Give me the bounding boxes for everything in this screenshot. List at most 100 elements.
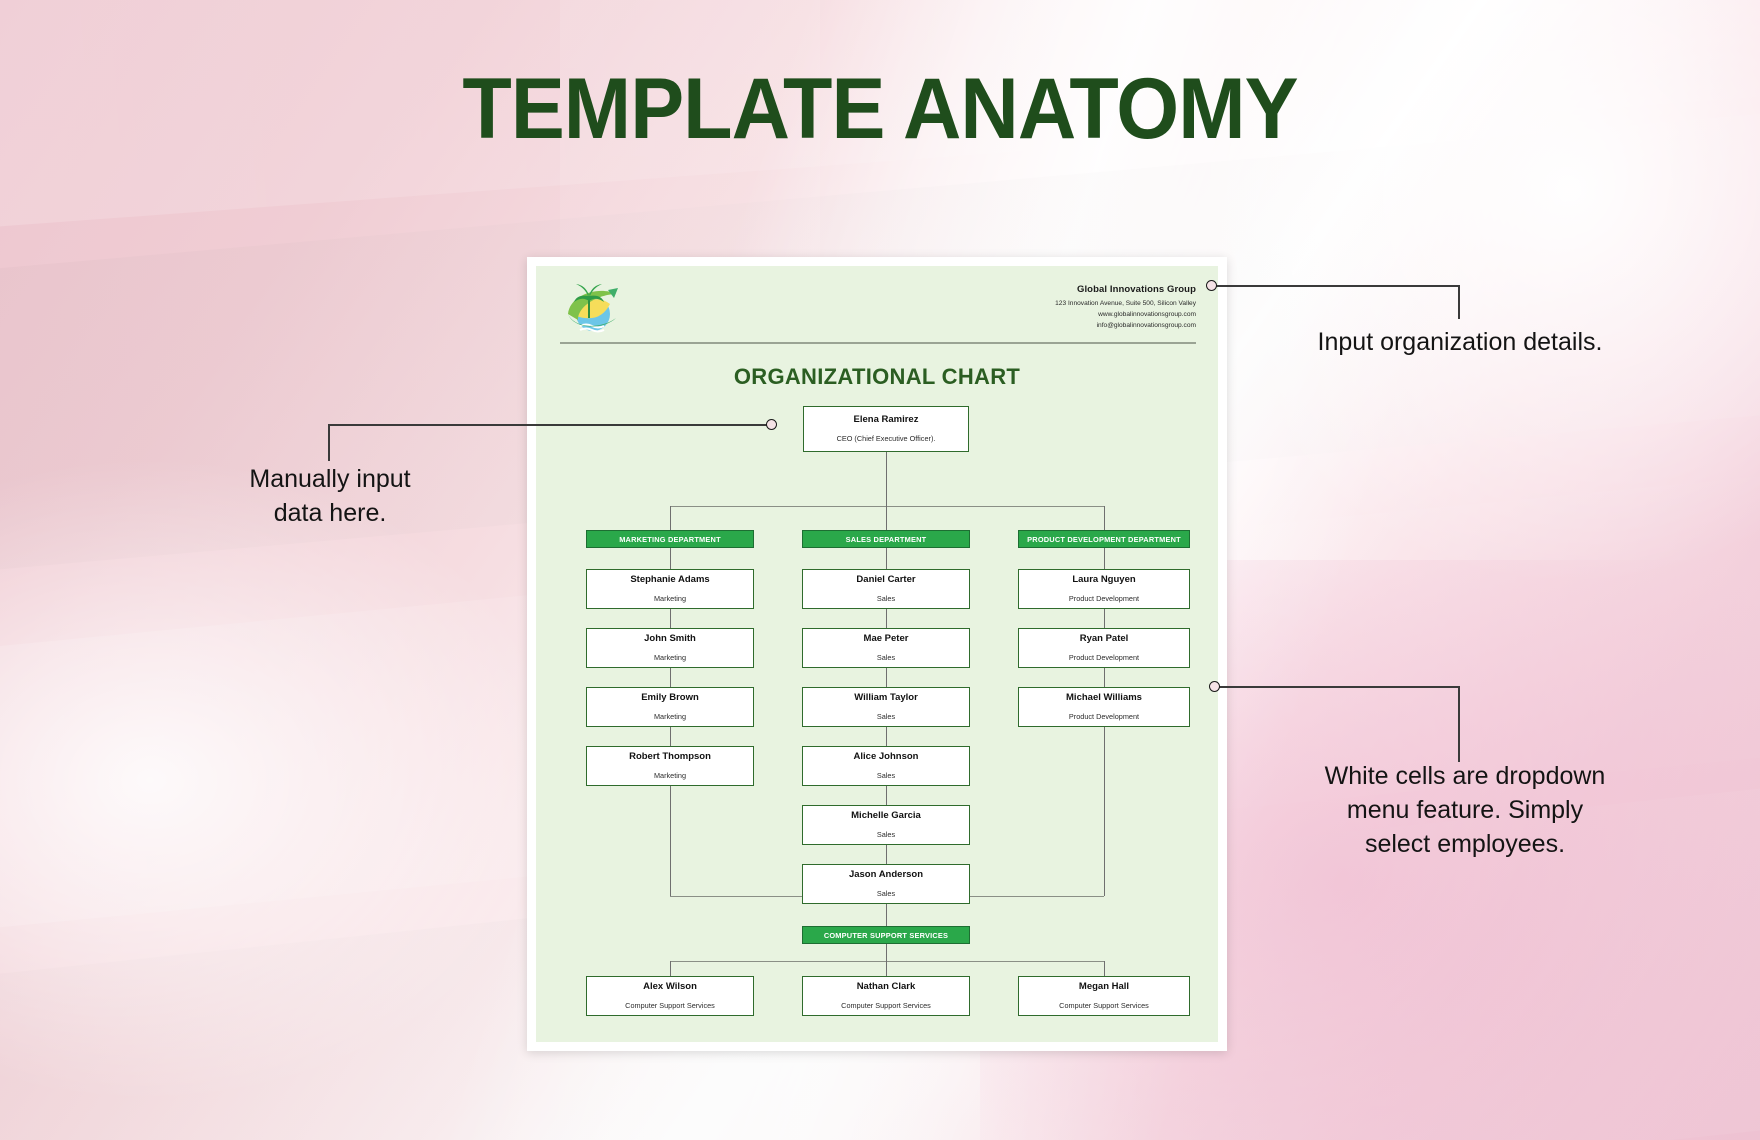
node-name: Jason Anderson xyxy=(848,869,924,881)
dept-header-sales[interactable]: SALES DEPARTMENT xyxy=(802,530,970,548)
node-role: Computer Support Services xyxy=(841,1000,931,1010)
node-sales-1[interactable]: Mae Peter Sales xyxy=(802,628,970,668)
node-product-0[interactable]: Laura Nguyen Product Development xyxy=(1018,569,1190,609)
callout-anchor-dropdown xyxy=(1209,681,1220,692)
document-page: Global Innovations Group 123 Innovation … xyxy=(536,266,1218,1042)
node-name: Nathan Clark xyxy=(856,981,916,993)
callout-line-org-details-horizontal xyxy=(1216,285,1459,287)
connector-tail-marketing xyxy=(670,786,671,896)
chart-title: ORGANIZATIONAL CHART xyxy=(733,364,1021,389)
node-marketing-0[interactable]: Stephanie Adams Marketing xyxy=(586,569,754,609)
node-sales-2[interactable]: William Taylor Sales xyxy=(802,687,970,727)
node-sales-3[interactable]: Alice Johnson Sales xyxy=(802,746,970,786)
node-role: Sales xyxy=(876,888,896,898)
node-name: Alice Johnson xyxy=(853,751,919,763)
callout-line-dropdown-horizontal xyxy=(1219,686,1459,688)
company-logo-icon xyxy=(560,282,622,336)
connector-support-stem xyxy=(886,944,887,961)
dept-header-product-development[interactable]: PRODUCT DEVELOPMENT DEPARTMENT xyxy=(1018,530,1190,548)
connector-department-bus xyxy=(670,506,1104,507)
callout-anchor-manual-input xyxy=(766,419,777,430)
node-role: Marketing xyxy=(653,652,687,662)
node-support-0[interactable]: Alex Wilson Computer Support Services xyxy=(586,976,754,1016)
connector-sales-4 xyxy=(886,786,887,805)
node-name: Laura Nguyen xyxy=(1072,574,1136,586)
node-role: Marketing xyxy=(653,593,687,603)
node-name: Daniel Carter xyxy=(856,574,916,586)
callout-dropdown-line2: menu feature. Simply xyxy=(1346,796,1584,824)
connector-ceo-stem xyxy=(886,452,887,506)
slide-canvas: TEMPLATE ANATOMY Input organization deta… xyxy=(0,0,1760,1140)
node-role: Computer Support Services xyxy=(625,1000,715,1010)
node-support-1[interactable]: Nathan Clark Computer Support Services xyxy=(802,976,970,1016)
connector-sales-5 xyxy=(886,845,887,864)
connector-drop-product xyxy=(1104,506,1105,530)
dept-header-label: PRODUCT DEVELOPMENT DEPARTMENT xyxy=(1027,534,1181,544)
connector-product-0 xyxy=(1104,548,1105,569)
dept-header-computer-support-services[interactable]: COMPUTER SUPPORT SERVICES xyxy=(802,926,970,944)
node-sales-4[interactable]: Michelle Garcia Sales xyxy=(802,805,970,845)
node-role: Marketing xyxy=(653,711,687,721)
connector-drop-marketing xyxy=(670,506,671,530)
node-name: Stephanie Adams xyxy=(630,574,710,586)
node-role: Sales xyxy=(876,652,896,662)
callout-dropdown-line1: White cells are dropdown xyxy=(1324,762,1606,790)
connector-product-1 xyxy=(1104,609,1105,628)
organization-name: Global Innovations Group xyxy=(1076,284,1196,295)
node-role: Sales xyxy=(876,593,896,603)
node-sales-0[interactable]: Daniel Carter Sales xyxy=(802,569,970,609)
connector-sales-2 xyxy=(886,668,887,687)
node-role: CEO (Chief Executive Officer). xyxy=(836,433,936,443)
connector-sales-1 xyxy=(886,609,887,628)
connector-support-fan-bus xyxy=(670,961,1104,962)
connector-marketing-0 xyxy=(670,548,671,569)
node-name: Michelle Garcia xyxy=(851,810,921,822)
callout-manual-input-line2: data here. xyxy=(273,499,387,527)
document-header: Global Innovations Group 123 Innovation … xyxy=(554,280,1200,350)
node-name: William Taylor xyxy=(854,692,918,704)
node-product-2[interactable]: Michael Williams Product Development xyxy=(1018,687,1190,727)
node-role: Product Development xyxy=(1068,711,1140,721)
connector-tail-product xyxy=(1104,727,1105,896)
header-divider xyxy=(560,342,1196,344)
dept-header-label: MARKETING DEPARTMENT xyxy=(619,534,721,544)
connector-marketing-3 xyxy=(670,727,671,746)
node-marketing-2[interactable]: Emily Brown Marketing xyxy=(586,687,754,727)
dept-header-label: COMPUTER SUPPORT SERVICES xyxy=(823,930,949,940)
connector-marketing-1 xyxy=(670,609,671,628)
organization-address: 123 Innovation Avenue, Suite 500, Silico… xyxy=(1055,300,1196,307)
node-name: Alex Wilson xyxy=(643,981,697,993)
connector-sales-3 xyxy=(886,727,887,746)
callout-manual-input: Manually input data here. xyxy=(170,462,490,530)
node-role: Computer Support Services xyxy=(1059,1000,1149,1010)
node-marketing-3[interactable]: Robert Thompson Marketing xyxy=(586,746,754,786)
callout-line-dropdown-vertical xyxy=(1458,686,1460,762)
page-title: TEMPLATE ANATOMY xyxy=(462,61,1298,157)
callout-dropdown: White cells are dropdown menu feature. S… xyxy=(1255,759,1675,861)
callout-dropdown-line3: select employees. xyxy=(1364,830,1566,858)
node-name: Emily Brown xyxy=(641,692,699,704)
node-sales-5[interactable]: Jason Anderson Sales xyxy=(802,864,970,904)
template-document: Global Innovations Group 123 Innovation … xyxy=(527,257,1227,1051)
dept-header-marketing[interactable]: MARKETING DEPARTMENT xyxy=(586,530,754,548)
node-role: Sales xyxy=(876,770,896,780)
connector-support-drop-1 xyxy=(886,961,887,976)
node-ceo[interactable]: Elena Ramirez CEO (Chief Executive Offic… xyxy=(803,406,969,452)
callout-anchor-org-details xyxy=(1206,280,1217,291)
callout-line-manual-input-vertical xyxy=(328,424,330,461)
node-name: John Smith xyxy=(644,633,696,645)
connector-drop-sales xyxy=(886,506,887,530)
node-role: Sales xyxy=(876,711,896,721)
organization-email: info@globalinnovationsgroup.com xyxy=(1096,321,1196,329)
callout-line-org-details-vertical xyxy=(1458,285,1460,319)
node-product-1[interactable]: Ryan Patel Product Development xyxy=(1018,628,1190,668)
node-name: Ryan Patel xyxy=(1079,633,1129,645)
node-marketing-1[interactable]: John Smith Marketing xyxy=(586,628,754,668)
node-role: Sales xyxy=(876,829,896,839)
organization-website: www.globalinnovationsgroup.com xyxy=(1098,310,1196,318)
node-support-2[interactable]: Megan Hall Computer Support Services xyxy=(1018,976,1190,1016)
callout-manual-input-line1: Manually input xyxy=(249,465,411,493)
callout-line-manual-input-horizontal xyxy=(328,424,768,426)
node-name: Elena Ramirez xyxy=(853,414,919,426)
node-role: Product Development xyxy=(1068,652,1140,662)
